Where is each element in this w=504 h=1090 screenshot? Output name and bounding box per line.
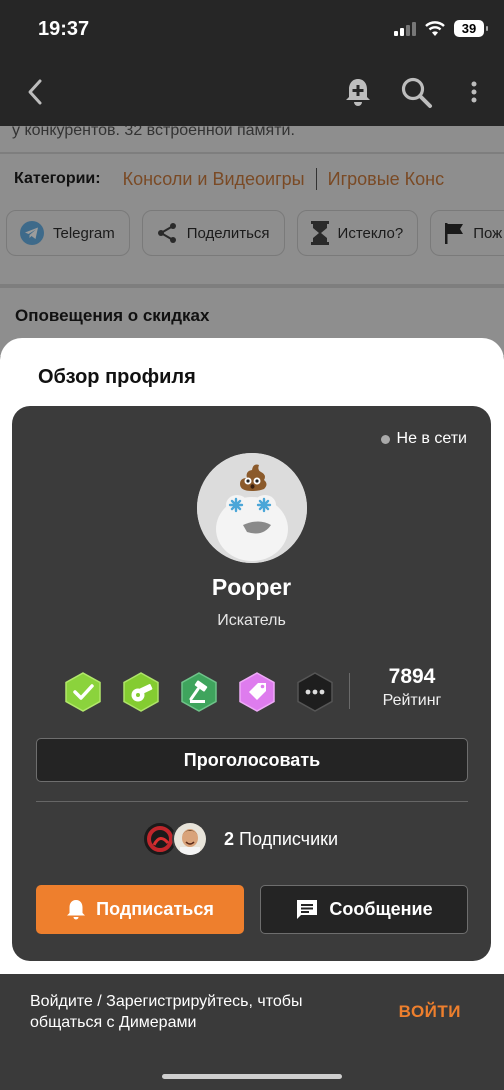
- home-indicator[interactable]: [162, 1074, 342, 1079]
- whistle-badge-icon[interactable]: [122, 672, 160, 712]
- tag-badge-icon[interactable]: [238, 672, 276, 712]
- report-button[interactable]: Пож: [430, 210, 504, 256]
- message-icon: [297, 899, 318, 919]
- rating-label: Рейтинг: [382, 692, 442, 709]
- status-time: 19:37: [38, 18, 90, 40]
- hourglass-icon: [310, 221, 329, 245]
- profile-overview-sheet: Обзор профиля Не в сети Pooper Искатель …: [0, 338, 504, 974]
- online-status: Не в сети: [380, 430, 467, 448]
- section-title: Оповещения о скидках: [15, 306, 210, 325]
- user-rank: Искатель: [217, 612, 286, 629]
- add-alert-bell-icon[interactable]: [344, 76, 372, 108]
- status-bar: 19:37 39: [0, 0, 504, 58]
- expired-label: Истекло?: [337, 224, 404, 242]
- description-text: у конкурентов. 32 встроенной памяти.: [12, 126, 295, 139]
- check-badge-icon[interactable]: [64, 672, 102, 712]
- message-button[interactable]: Сообщение: [260, 885, 468, 934]
- followers-label: 2 Подписчики: [224, 829, 338, 850]
- gavel-badge-icon[interactable]: [180, 672, 218, 712]
- share-actions-row: Telegram Поделиться Истекло? Пож: [6, 210, 504, 256]
- expired-button[interactable]: Истекло?: [296, 210, 419, 256]
- login-prompt-text: Войдите / Зарегистрируйтесь, чтобы общат…: [30, 993, 303, 1031]
- more-badges-icon[interactable]: [296, 672, 334, 712]
- rating-divider: [349, 673, 350, 709]
- status-dot-icon: [380, 434, 390, 444]
- background-page: у конкурентов. 32 встроенной памяти. Кат…: [0, 126, 504, 356]
- online-status-label: Не в сети: [396, 430, 467, 447]
- message-label: Сообщение: [329, 899, 433, 919]
- category-link[interactable]: Игровые Конс: [328, 169, 444, 190]
- top-nav-bar: [0, 58, 504, 126]
- followers-count: 2: [224, 828, 235, 849]
- back-arrow-icon[interactable]: [22, 76, 48, 108]
- login-button[interactable]: ВОЙТИ: [399, 1002, 461, 1022]
- followers-row[interactable]: 2 Подписчики: [142, 821, 338, 857]
- cellular-signal-icon: [394, 21, 416, 36]
- share-button[interactable]: Поделиться: [141, 210, 285, 256]
- status-icons: 39: [394, 20, 488, 37]
- profile-card: Не в сети Pooper Искатель 7894 Рейтинг П…: [12, 406, 491, 961]
- report-label: Пож: [473, 224, 503, 242]
- avatar[interactable]: [197, 453, 307, 563]
- wifi-icon: [425, 20, 445, 36]
- sheet-title: Обзор профиля: [38, 366, 196, 388]
- divider: [0, 152, 504, 154]
- share-label: Поделиться: [186, 224, 270, 242]
- category-separator: [315, 168, 317, 190]
- search-icon[interactable]: [400, 76, 434, 110]
- subscribe-button[interactable]: Подписаться: [36, 885, 244, 934]
- card-divider: [36, 801, 468, 802]
- rating-value: 7894: [388, 665, 436, 688]
- categories-row: Категории: Консоли и Видеоигры Игровые К…: [14, 168, 444, 190]
- vote-button[interactable]: Проголосовать: [36, 738, 468, 782]
- followers-text: Подписчики: [239, 828, 339, 849]
- follower-avatar: [172, 821, 208, 857]
- username: Pooper: [211, 574, 292, 600]
- telegram-icon: [20, 221, 44, 245]
- telegram-label: Telegram: [53, 224, 115, 242]
- share-icon: [157, 223, 176, 243]
- subscribe-label: Подписаться: [96, 899, 214, 919]
- flag-icon: [445, 223, 464, 244]
- telegram-button[interactable]: Telegram: [6, 210, 130, 256]
- avatar-image: [197, 453, 307, 563]
- categories-label: Категории:: [14, 170, 101, 187]
- category-link[interactable]: Консоли и Видеоигры: [123, 169, 305, 190]
- more-vertical-icon[interactable]: [468, 76, 480, 108]
- login-footer: Войдите / Зарегистрируйтесь, чтобы общат…: [0, 974, 504, 1090]
- bell-icon: [67, 899, 86, 919]
- badges-row: [64, 672, 334, 712]
- divider: [0, 284, 504, 288]
- battery-indicator: 39: [454, 20, 488, 37]
